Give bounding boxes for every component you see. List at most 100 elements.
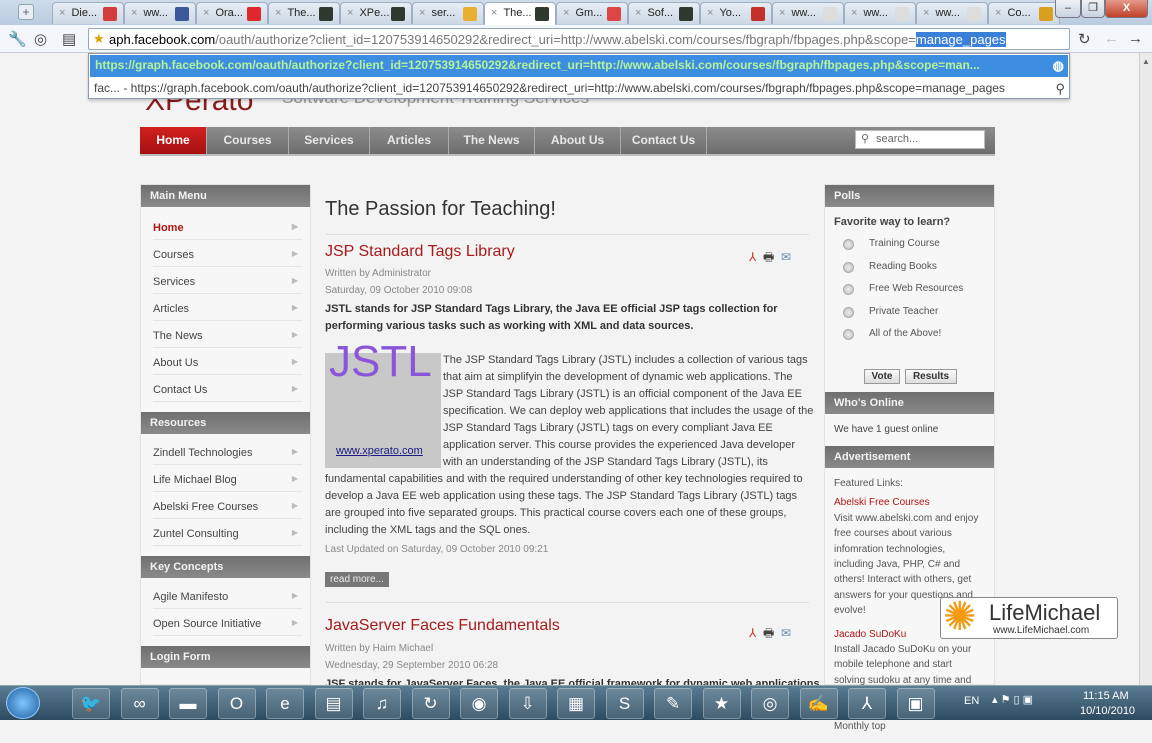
close-tab-icon[interactable]: × [347, 7, 353, 19]
tray-icons[interactable]: ▴ ⚑ ▯ ▣ [992, 693, 1033, 706]
pdf-icon[interactable]: ⅄ [749, 626, 756, 640]
back-icon[interactable]: ← [1104, 30, 1119, 47]
close-tab-icon[interactable]: × [59, 7, 65, 19]
close-tab-icon[interactable]: × [779, 7, 785, 19]
presentation-app-icon[interactable]: ▦ [557, 688, 595, 719]
terminal-app-icon[interactable]: ▬ [169, 688, 207, 719]
itunes-app-icon[interactable]: ♫ [363, 688, 401, 719]
skype-app-icon[interactable]: S [605, 688, 644, 719]
chrome-app-icon[interactable]: ◎ [751, 688, 789, 719]
poll-option-label[interactable]: Reading Books [869, 261, 937, 272]
close-tab-icon[interactable]: × [563, 7, 569, 19]
start-button[interactable] [6, 687, 40, 719]
browser-tab[interactable]: × ww... [844, 2, 916, 24]
extension-icon[interactable]: ◎ [34, 30, 47, 48]
print-icon[interactable]: 🖶 [763, 250, 774, 264]
browser-tab[interactable]: × Die... [52, 2, 124, 24]
minimize-button[interactable]: – [1055, 0, 1081, 18]
close-window-button[interactable]: X [1105, 0, 1148, 18]
paint-app-icon[interactable]: ✎ [654, 688, 692, 719]
nav-contact-us[interactable]: Contact Us [621, 127, 707, 154]
close-tab-icon[interactable]: × [635, 7, 641, 19]
close-tab-icon[interactable]: × [923, 7, 929, 19]
menu-item-home[interactable]: Home ▶ [153, 213, 302, 240]
search-input[interactable]: ⚲ search... [855, 130, 985, 149]
nav-home[interactable]: Home [140, 127, 207, 154]
browser-tab[interactable]: × ser... [412, 2, 484, 24]
scroll-up-icon[interactable]: ▲ [1142, 57, 1150, 66]
article-title[interactable]: JavaServer Faces Fundamentals [325, 617, 560, 635]
menu-item-contact-us[interactable]: Contact Us ▶ [153, 375, 302, 402]
close-tab-icon[interactable]: × [851, 7, 857, 19]
menu-item-courses[interactable]: Courses ▶ [153, 240, 302, 267]
browser-tab[interactable]: × Co... [988, 2, 1060, 24]
opera-app-icon[interactable]: O [217, 688, 256, 719]
nav-articles[interactable]: Articles [370, 127, 449, 154]
menu-item-zuntel-consulting[interactable]: Zuntel Consulting ▶ [153, 519, 302, 546]
remote-app-icon[interactable]: ▣ [896, 688, 935, 719]
menu-item-the-news[interactable]: The News ▶ [153, 321, 302, 348]
browser-tab[interactable]: × Ora... [196, 2, 268, 24]
poll-option-label[interactable]: Private Teacher [869, 306, 938, 317]
close-tab-icon[interactable]: × [203, 7, 209, 19]
new-tab-icon[interactable]: + [18, 4, 34, 20]
clock-date[interactable]: 10/10/2010 [1080, 705, 1135, 717]
forward-icon[interactable]: → [1128, 30, 1143, 47]
menu-item-about-us[interactable]: About Us ▶ [153, 348, 302, 375]
nav-about-us[interactable]: About Us [535, 127, 621, 154]
suggestion-item[interactable]: fac... - https://graph.facebook.com/oaut… [89, 78, 1069, 100]
page-menu-icon[interactable]: ▤ [62, 30, 76, 48]
poll-option-label[interactable]: Free Web Resources [869, 283, 963, 294]
reload-icon[interactable]: ↻ [1078, 30, 1091, 48]
browser-tab[interactable]: × Yo... [700, 2, 772, 24]
poll-option-radio[interactable] [843, 239, 854, 250]
nav-the-news[interactable]: The News [449, 127, 535, 154]
poll-option-radio[interactable] [843, 306, 854, 318]
poll-option-label[interactable]: Training Course [869, 238, 940, 249]
read-more-button[interactable]: read more... [325, 572, 389, 587]
close-tab-icon[interactable]: × [275, 7, 281, 19]
print-icon[interactable]: 🖶 [763, 626, 774, 640]
infinity-app-icon[interactable]: ∞ [120, 688, 159, 719]
browser-tab[interactable]: × ww... [124, 2, 196, 24]
browser-tab[interactable]: × The... [484, 2, 556, 25]
browser-tab[interactable]: × Gm... [556, 2, 628, 24]
browser-tab[interactable]: × ww... [916, 2, 988, 24]
xperato-link[interactable]: www.xperato.com [336, 443, 423, 460]
menu-item-zindell-technologies[interactable]: Zindell Technologies ▶ [153, 438, 302, 465]
download-app-icon[interactable]: ⇩ [508, 688, 547, 719]
wrench-icon[interactable]: 🔧 [8, 30, 27, 48]
results-button[interactable]: Results [905, 369, 957, 384]
poll-option-radio[interactable] [843, 329, 854, 340]
menu-item-open-source-initiative[interactable]: Open Source Initiative ▶ [153, 609, 302, 636]
email-icon[interactable]: ✉ [781, 250, 791, 264]
folder-app-icon[interactable]: ▤ [314, 688, 353, 719]
browser-tab[interactable]: × The... [268, 2, 340, 24]
menu-item-life-michael-blog[interactable]: Life Michael Blog ▶ [153, 465, 302, 492]
suggestion-item[interactable]: https://graph.facebook.com/oauth/authori… [90, 55, 1068, 77]
close-tab-icon[interactable]: × [707, 7, 713, 19]
close-tab-icon[interactable]: × [995, 7, 1001, 19]
nav-courses[interactable]: Courses [207, 127, 289, 154]
ie-app-icon[interactable]: e [266, 688, 304, 719]
firefox-app-icon[interactable]: ◉ [460, 688, 498, 719]
close-tab-icon[interactable]: × [491, 7, 497, 19]
menu-item-services[interactable]: Services ▶ [153, 267, 302, 294]
ad-link[interactable]: Abelski Free Courses [834, 495, 985, 510]
nav-services[interactable]: Services [289, 127, 370, 154]
vote-button[interactable]: Vote [864, 369, 900, 384]
email-icon[interactable]: ✉ [781, 626, 791, 640]
notepad-app-icon[interactable]: ✍ [799, 688, 838, 719]
poll-option-label[interactable]: All of the Above! [869, 328, 941, 339]
bird-app-icon[interactable]: 🐦 [72, 688, 110, 719]
sync-app-icon[interactable]: ↻ [411, 688, 450, 719]
poll-option-radio[interactable] [843, 284, 854, 295]
acrobat-app-icon[interactable]: ⅄ [848, 688, 886, 719]
browser-tab[interactable]: × Sof... [628, 2, 700, 24]
maximize-button[interactable]: ❐ [1081, 0, 1105, 18]
star-icon[interactable]: ★ [93, 31, 105, 47]
poll-option-radio[interactable] [843, 261, 854, 273]
menu-item-articles[interactable]: Articles ▶ [153, 294, 302, 321]
clock-time[interactable]: 11:15 AM [1083, 690, 1129, 702]
browser-tab[interactable]: × XPe... [340, 2, 412, 24]
